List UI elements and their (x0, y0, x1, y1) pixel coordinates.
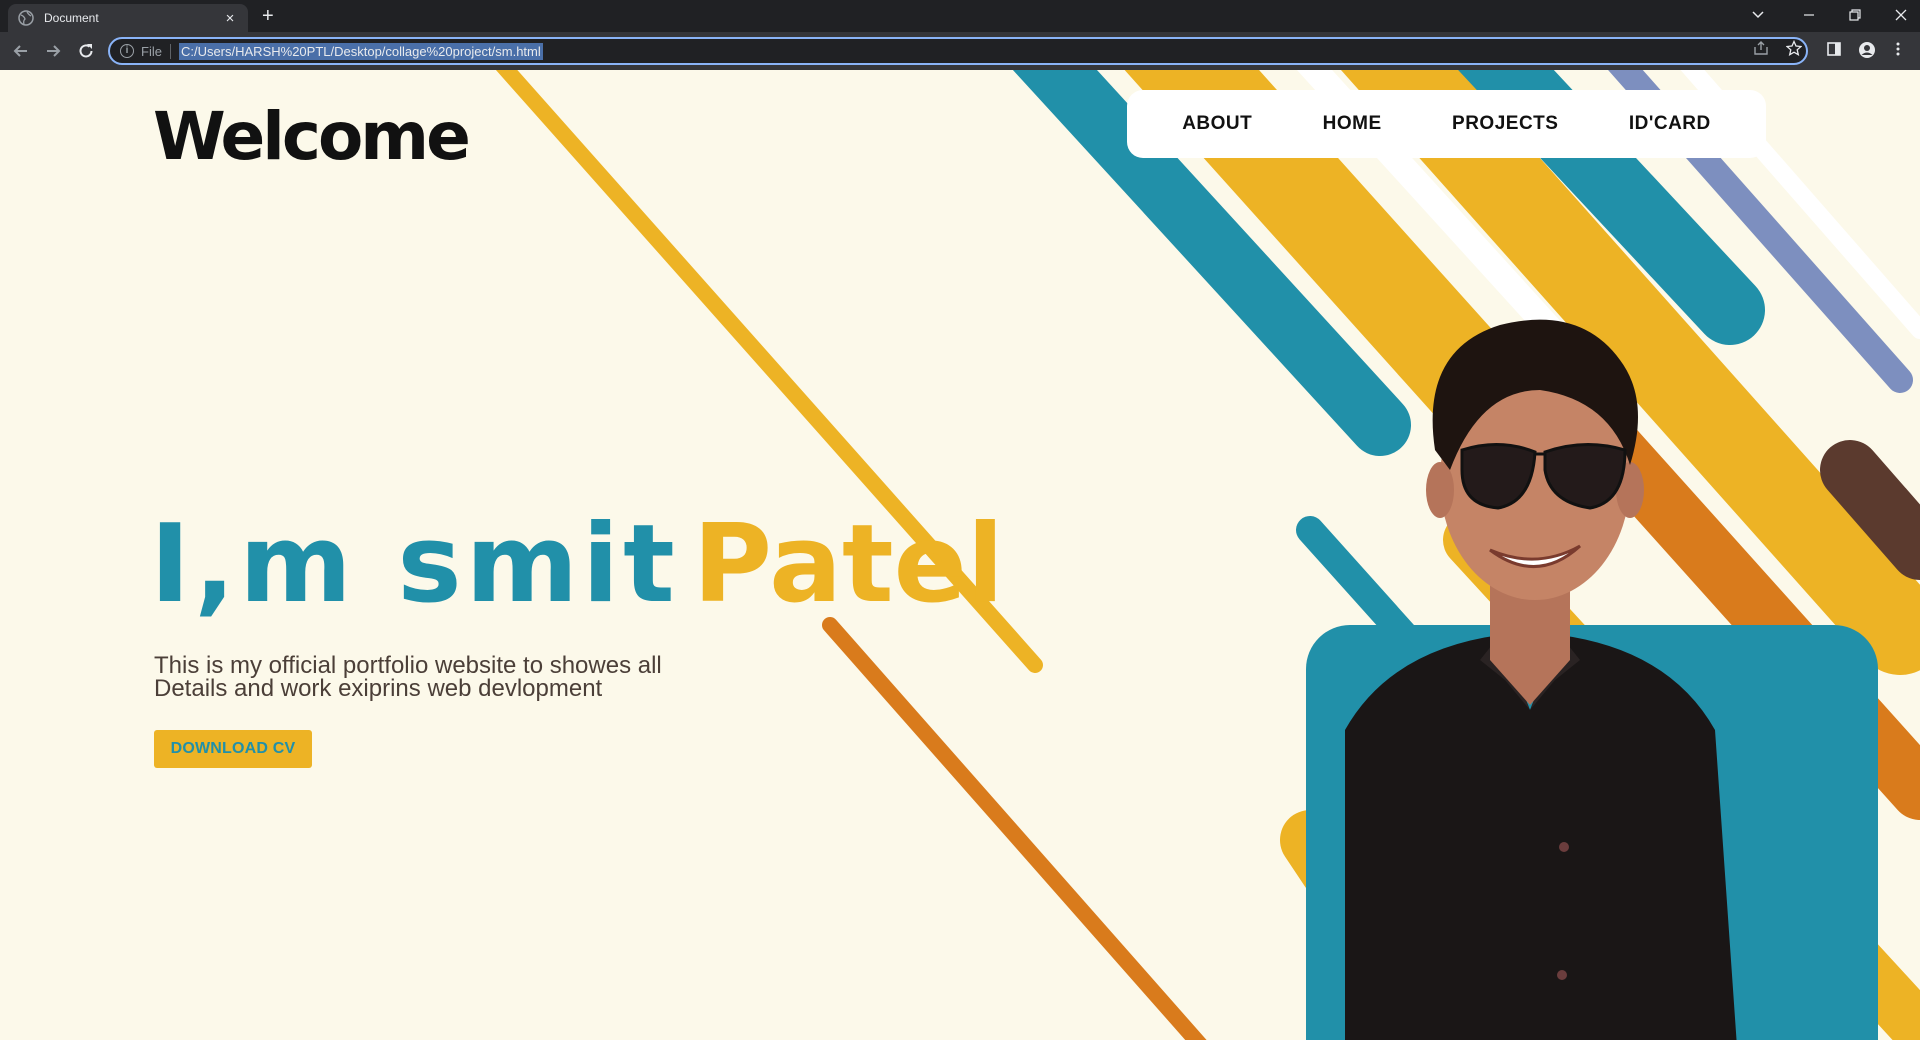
sidepanel-icon[interactable] (1826, 41, 1842, 57)
chevron-down-icon[interactable] (1746, 8, 1770, 22)
stripe-orange-left (822, 617, 1207, 1040)
hero-title-first: I,m smit (150, 502, 679, 627)
page-viewport: Welcome ABOUT HOME PROJECTS ID'CARD I,m … (0, 70, 1920, 1040)
browser-tab[interactable]: Document × (8, 4, 248, 32)
browser-tab-strip: Document × + (0, 0, 1920, 32)
tagline-line-1: This is my official portfolio website to… (154, 652, 662, 679)
arrow-right-icon[interactable] (43, 41, 63, 61)
kebab-menu-icon[interactable] (1890, 41, 1906, 57)
star-icon[interactable] (1786, 40, 1802, 56)
globe-icon (18, 10, 34, 26)
share-icon[interactable] (1753, 40, 1769, 56)
url-text[interactable]: C:/Users/HARSH%20PTL/Desktop/collage%20p… (178, 42, 543, 60)
profile-photo (1345, 319, 1737, 1040)
tab-close-icon[interactable]: × (222, 10, 238, 27)
file-label: File (141, 43, 171, 59)
info-icon[interactable]: i (120, 44, 134, 58)
tagline-line-2: Details and work exiprins web devlopment (154, 675, 603, 702)
site-logo: Welcome (153, 98, 471, 175)
address-bar[interactable]: i File C:/Users/HARSH%20PTL/Desktop/coll… (108, 37, 1808, 65)
new-tab-button[interactable]: + (262, 6, 274, 26)
nav-link-idcard[interactable]: ID'CARD (1629, 113, 1711, 135)
close-window-icon[interactable] (1889, 8, 1913, 22)
hero-title-last: Patel (692, 502, 1004, 627)
profile-icon[interactable] (1858, 41, 1876, 59)
browser-toolbar: i File C:/Users/HARSH%20PTL/Desktop/coll… (0, 32, 1920, 70)
hero-title: I,m smit Patel (150, 500, 1004, 630)
download-cv-button[interactable]: DOWNLOAD CV (154, 730, 312, 768)
nav-link-projects[interactable]: PROJECTS (1452, 113, 1558, 135)
hero-tagline: This is my official portfolio website to… (154, 652, 754, 702)
nav-link-about[interactable]: ABOUT (1182, 113, 1252, 135)
minimize-icon[interactable] (1797, 8, 1821, 22)
arrow-left-icon[interactable] (11, 41, 31, 61)
reload-icon[interactable] (76, 41, 96, 61)
restore-icon[interactable] (1843, 8, 1867, 22)
tab-title: Document (44, 11, 99, 25)
main-nav: ABOUT HOME PROJECTS ID'CARD (1127, 90, 1766, 158)
nav-link-home[interactable]: HOME (1323, 113, 1382, 135)
